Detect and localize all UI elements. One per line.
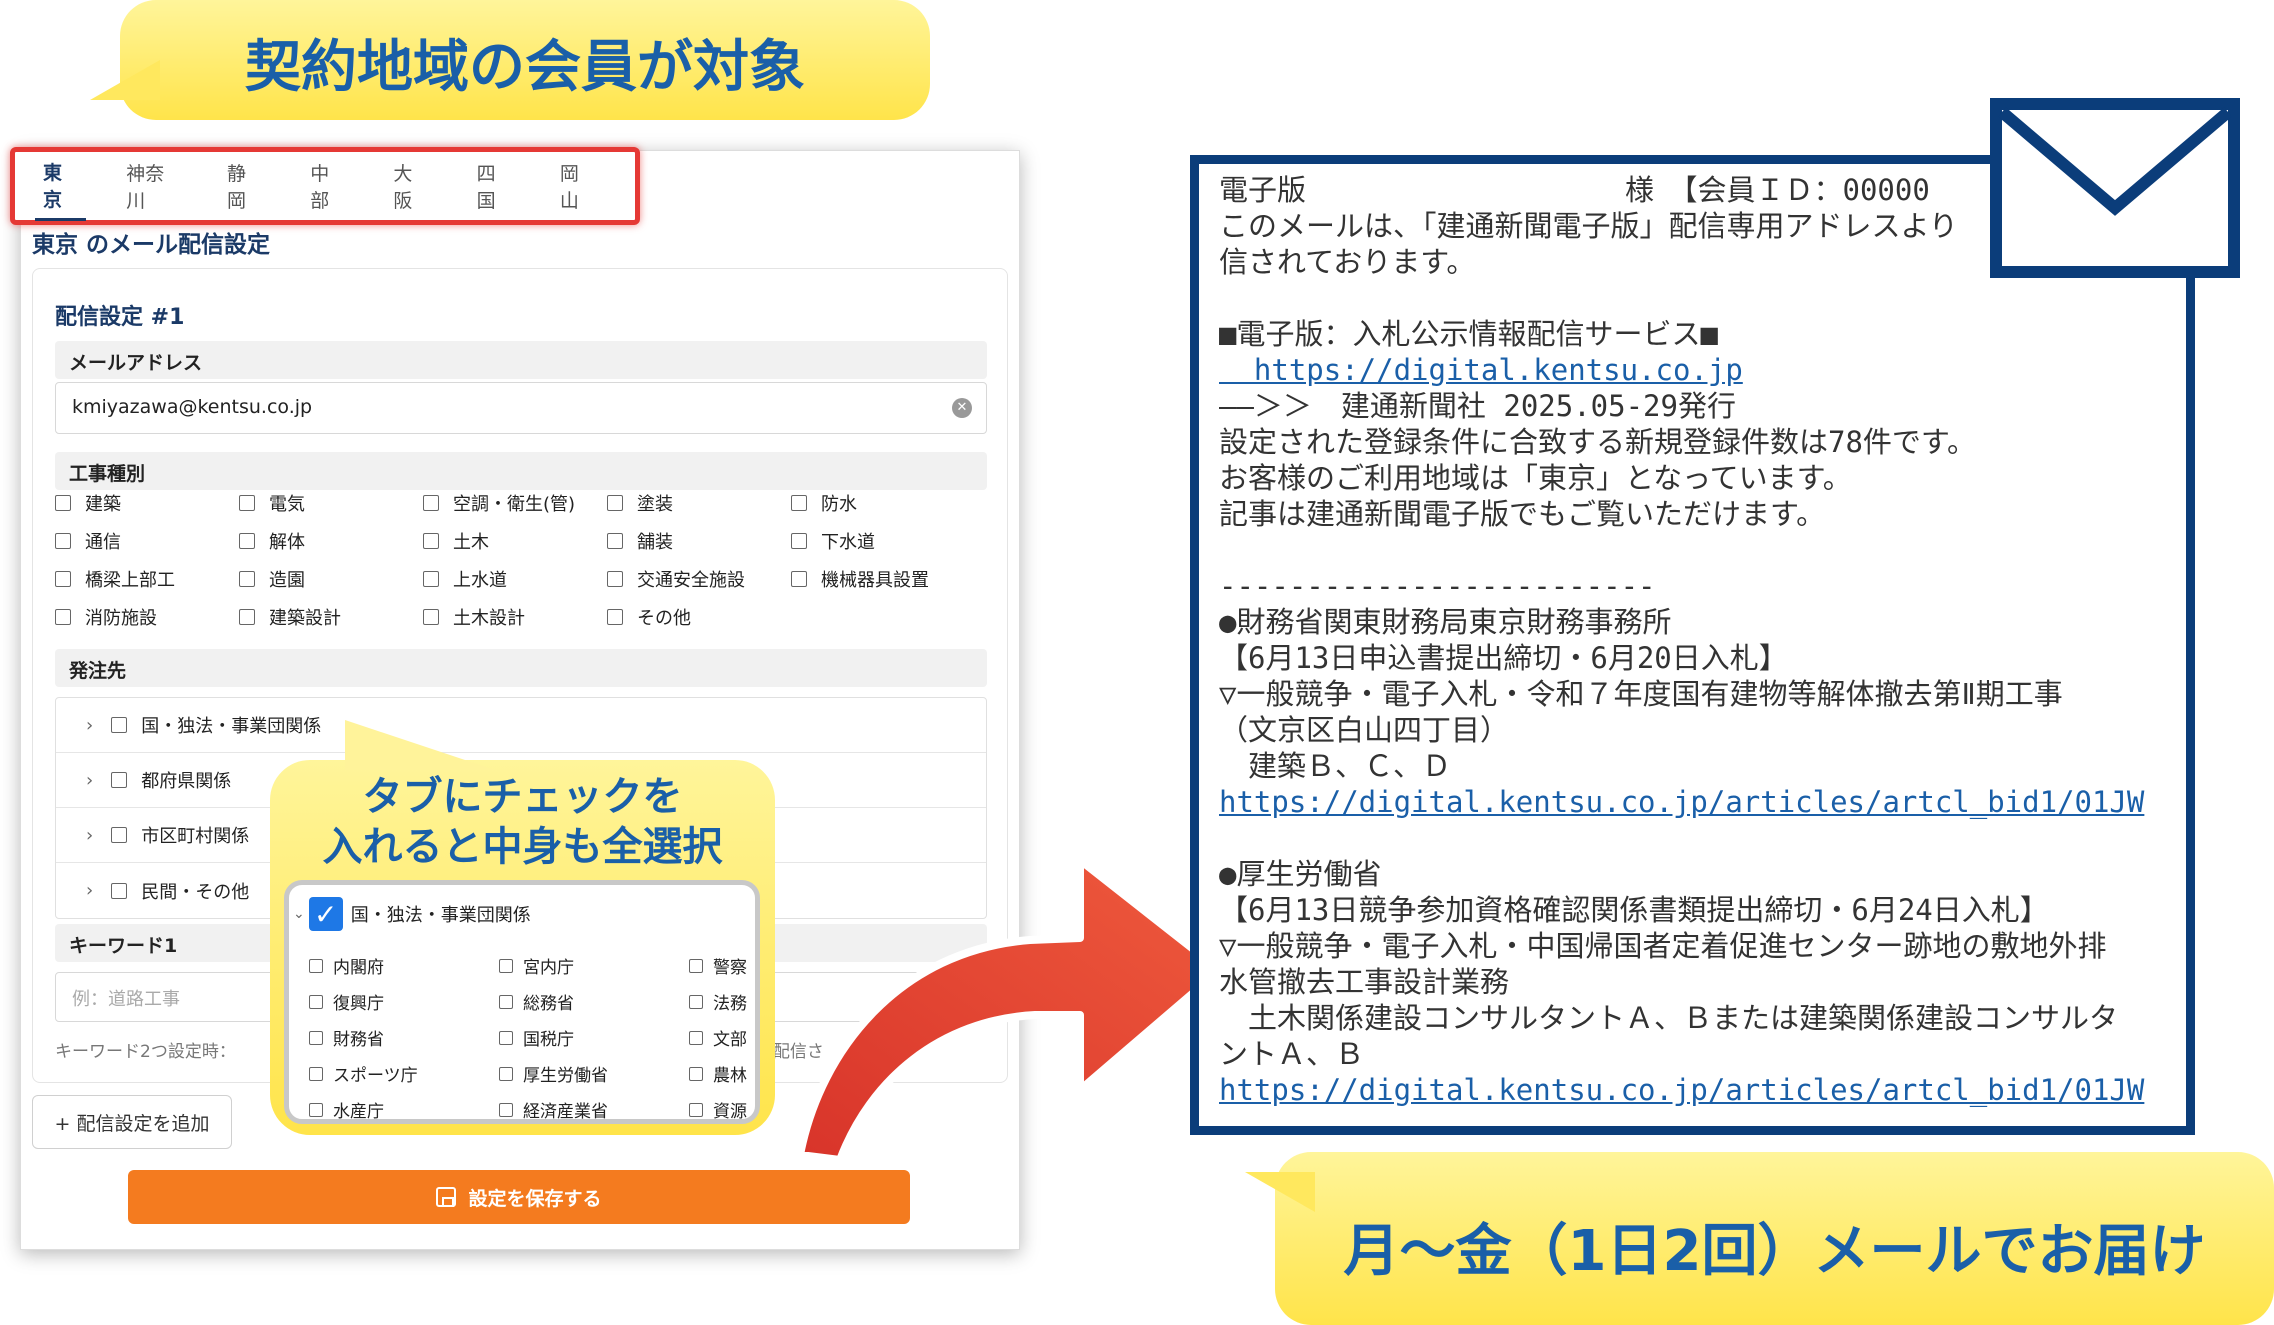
mail-line: ントＡ、Ｂ [1219, 1037, 1365, 1071]
checkbox-work-type[interactable]: 解体 [239, 529, 423, 553]
callout-tail [345, 720, 495, 770]
checkbox-work-type[interactable]: その他 [607, 605, 791, 629]
mail-line: 水管撤去工事設計業務 [1219, 965, 1510, 999]
callout-zoom: ⌄ ✓ 国・独法・事業団関係 内閣府 宮内庁 警察 復興庁 総務省 法務 財務省… [284, 880, 760, 1124]
mail-line: （文京区白山四丁目） [1219, 713, 1510, 747]
mail-line: ●厚生労働省 [1219, 857, 1382, 891]
callout-text: タブにチェックを 入れると中身も全選択 [322, 774, 723, 870]
chevron-right-icon[interactable]: › [86, 715, 93, 736]
checkbox-agency[interactable]: 総務省 [499, 991, 689, 1014]
chevron-down-icon[interactable]: ⌄ [293, 906, 305, 922]
tab-tokyo[interactable]: 東京 [35, 152, 87, 221]
mail-link[interactable]: https://digital.kentsu.co.jp/articles/ar… [1219, 1072, 2186, 1108]
checkbox-work-type[interactable]: 電気 [239, 491, 423, 515]
checkbox-agency[interactable]: 警察 [689, 955, 755, 978]
checkbox-work-type[interactable]: 建築 [55, 491, 239, 515]
checkbox-agency[interactable]: 国税庁 [499, 1027, 689, 1050]
checkbox-agency[interactable]: 宮内庁 [499, 955, 689, 978]
mail-line: 【6月13日申込書提出締切・6月20日入札】 [1219, 641, 1788, 675]
checkbox-work-type[interactable]: 上水道 [423, 567, 607, 591]
checkbox-work-type[interactable]: 土木 [423, 529, 607, 553]
checkbox-work-type[interactable]: 下水道 [791, 529, 975, 553]
tab-shizuoka[interactable]: 静岡 [219, 153, 270, 219]
tab-okayama[interactable]: 岡山 [552, 153, 603, 219]
work-type-checkboxes: 建築 電気 空調・衛生(管) 塗装 防水 通信 解体 土木 舗装 下水道 橋梁上… [55, 491, 987, 629]
email-label: メールアドレス [55, 341, 987, 379]
tab-kanagawa[interactable]: 神奈川 [118, 153, 187, 219]
section-title: 東京 のメール配信設定 [32, 232, 271, 258]
mail-line: 土木関係建設コンサルタントＡ、Ｂまたは建築関係建設コンサルタ [1219, 1001, 2119, 1035]
mail-line [1219, 532, 2186, 568]
clear-icon[interactable]: ✕ [952, 398, 972, 418]
tab-chubu[interactable]: 中部 [302, 153, 353, 219]
email-value: kmiyazawa@kentsu.co.jp [72, 396, 313, 418]
checkbox-work-type[interactable]: 塗装 [607, 491, 791, 515]
checkbox-agency[interactable]: 厚生労働省 [499, 1063, 689, 1086]
mail-line: ●財務省関東財務局東京財務事務所 [1219, 605, 1672, 639]
add-setting-button[interactable]: + 配信設定を追加 [32, 1095, 232, 1149]
headline-bubble-bottom: 月〜金（1日2回）メールでお届け [1245, 1152, 2274, 1325]
checked-checkbox-icon[interactable]: ✓ [308, 897, 343, 931]
checkbox-work-type[interactable]: 交通安全施設 [607, 567, 791, 591]
tab-osaka[interactable]: 大阪 [385, 153, 436, 219]
checkbox-work-type[interactable]: 防水 [791, 491, 975, 515]
save-button[interactable]: 設定を保存する [128, 1170, 910, 1224]
mail-line: 記事は建通新聞電子版でもご覧いただけます。 [1219, 497, 1826, 531]
mail-line: 【6月13日競争参加資格確認関係書類提出締切・6月24日入札】 [1219, 893, 2049, 927]
checkbox-agency[interactable]: 水産庁 [309, 1099, 499, 1119]
mail-line: お客様のご利用地域は「東京」となっています。 [1219, 461, 1852, 495]
mail-link[interactable]: https://digital.kentsu.co.jp/articles/ar… [1219, 784, 2186, 820]
checkbox-work-type[interactable]: 通信 [55, 529, 239, 553]
save-icon [436, 1187, 457, 1207]
checkbox-work-type[interactable]: 舗装 [607, 529, 791, 553]
chevron-right-icon[interactable]: › [86, 880, 93, 901]
work-type-label: 工事種別 [55, 452, 987, 490]
checkbox-work-type[interactable]: 造園 [239, 567, 423, 591]
chevron-right-icon[interactable]: › [86, 825, 93, 846]
callout-group-row[interactable]: ⌄ ✓ 国・独法・事業団関係 [289, 897, 531, 931]
checkbox-work-type[interactable]: 機械器具設置 [791, 567, 975, 591]
checkbox-work-type[interactable]: 消防施設 [55, 605, 239, 629]
mail-line [1219, 280, 2186, 316]
email-field[interactable]: kmiyazawa@kentsu.co.jp ✕ [55, 382, 987, 434]
checkbox-agency[interactable]: 文部 [689, 1027, 755, 1050]
checkbox-agency[interactable]: 復興庁 [309, 991, 499, 1014]
checkbox-work-type[interactable]: 土木設計 [423, 605, 607, 629]
envelope-icon [1990, 98, 2240, 278]
mail-line [1219, 820, 2186, 856]
checkbox-agency[interactable]: スポーツ庁 [309, 1063, 499, 1086]
card-title: 配信設定 #1 [55, 305, 185, 330]
checkbox-agency[interactable]: 法務 [689, 991, 755, 1014]
checkbox-work-type[interactable]: 空調・衛生(管) [423, 491, 607, 515]
mail-line: ------------------------- [1219, 569, 1656, 603]
checkbox-agency[interactable]: 内閣府 [309, 955, 499, 978]
headline-bottom: 月〜金（1日2回）メールでお届け [1343, 1219, 2206, 1284]
callout-items: 内閣府 宮内庁 警察 復興庁 総務省 法務 財務省 国税庁 文部 スポーツ庁 厚… [309, 955, 755, 1119]
mail-line: ▽一般競争・電子入札・令和７年度国有建物等解体撤去第Ⅱ期工事 [1219, 677, 2063, 711]
orderer-label: 発注先 [55, 649, 987, 687]
mail-line: 設定された登録条件に合致する新規登録件数は78件です。 [1219, 425, 1977, 459]
checkbox-agency[interactable]: 資源 [689, 1099, 755, 1119]
tab-shikoku[interactable]: 四国 [469, 153, 520, 219]
checkbox-work-type[interactable]: 建築設計 [239, 605, 423, 629]
headline-top: 契約地域の会員が対象 [245, 35, 805, 100]
chevron-right-icon[interactable]: › [86, 770, 93, 791]
headline-bubble-top: 契約地域の会員が対象 [90, 0, 930, 120]
mail-line: ■電子版：入札公示情報配信サービス■ [1219, 317, 1718, 351]
select-all-callout: タブにチェックを 入れると中身も全選択 ⌄ ✓ 国・独法・事業団関係 内閣府 宮… [270, 720, 775, 1135]
mail-line: ▽一般競争・電子入札・中国帰国者定着促進センター跡地の敷地外排 [1219, 929, 2107, 963]
mail-body: 電子版 様 【会員ＩＤ：00000 このメールは、「建通新聞電子版」配信専用アドレ… [1219, 172, 2186, 1108]
tree-row[interactable]: › 国・独法・事業団関係 [56, 698, 986, 753]
checkbox-work-type[interactable]: 橋梁上部工 [55, 567, 239, 591]
mail-line: 建築Ｂ、Ｃ、Ｄ [1219, 749, 1452, 783]
mail-line: ——＞＞ 建通新聞社 2025.05-29発行 [1219, 389, 1736, 423]
curved-arrow-icon [796, 856, 1224, 1164]
checkbox-agency[interactable]: 財務省 [309, 1027, 499, 1050]
checkbox-agency[interactable]: 農林 [689, 1063, 755, 1086]
checkbox-agency[interactable]: 経済産業省 [499, 1099, 689, 1119]
region-tabs: 東京 神奈川 静岡 中部 大阪 四国 岡山 [10, 147, 640, 225]
mail-link[interactable]: https://digital.kentsu.co.jp [1219, 352, 2186, 388]
mail-preview: 電子版 様 【会員ＩＤ：00000 このメールは、「建通新聞電子版」配信専用アドレ… [1190, 155, 2195, 1135]
